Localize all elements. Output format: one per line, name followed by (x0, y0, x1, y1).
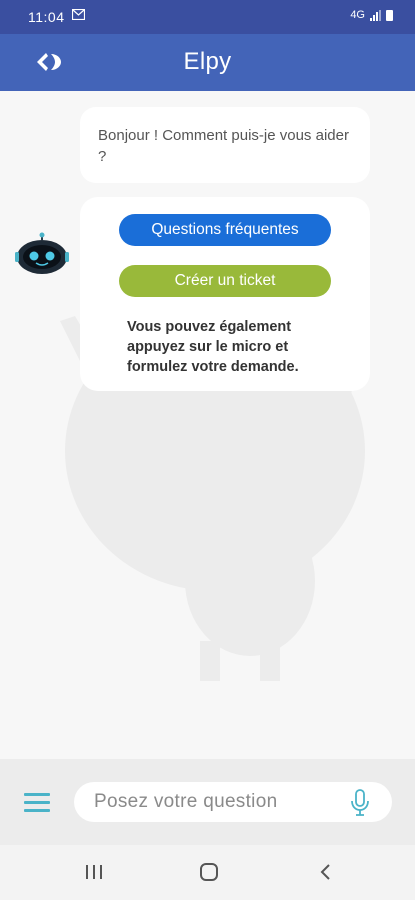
chat-area: Bonjour ! Comment puis-je vous aider ? Q… (0, 91, 415, 759)
home-icon[interactable] (198, 861, 220, 883)
create-ticket-button[interactable]: Créer un ticket (119, 265, 331, 297)
status-time: 11:04 (28, 9, 65, 25)
question-input[interactable] (94, 782, 334, 822)
voice-info-text: Vous pouvez également appuyez sur le mic… (127, 319, 299, 375)
page-title: Elpy (183, 48, 232, 75)
app-header: Elpy (0, 34, 415, 91)
status-bar: 11:04 4G (0, 0, 415, 34)
bot-avatar (14, 231, 70, 277)
battery-icon (386, 9, 393, 21)
status-icons: 4G (350, 9, 393, 21)
back-icon[interactable] (318, 861, 332, 883)
greeting-text: Bonjour ! Comment puis-je vous aider ? (98, 127, 349, 165)
network-type-label: 4G (350, 9, 365, 21)
microphone-icon[interactable] (350, 789, 370, 817)
recent-apps-icon[interactable] (84, 861, 104, 883)
greeting-bubble: Bonjour ! Comment puis-je vous aider ? (80, 107, 370, 183)
faq-button[interactable]: Questions fréquentes (119, 214, 331, 246)
question-input-container (74, 782, 392, 822)
system-nav-bar (0, 845, 415, 900)
menu-icon[interactable] (24, 793, 50, 813)
message-icon (71, 8, 86, 23)
input-bar (0, 759, 415, 845)
signal-icon (370, 9, 381, 21)
options-card: Questions fréquentes Créer un ticket Vou… (80, 197, 370, 391)
